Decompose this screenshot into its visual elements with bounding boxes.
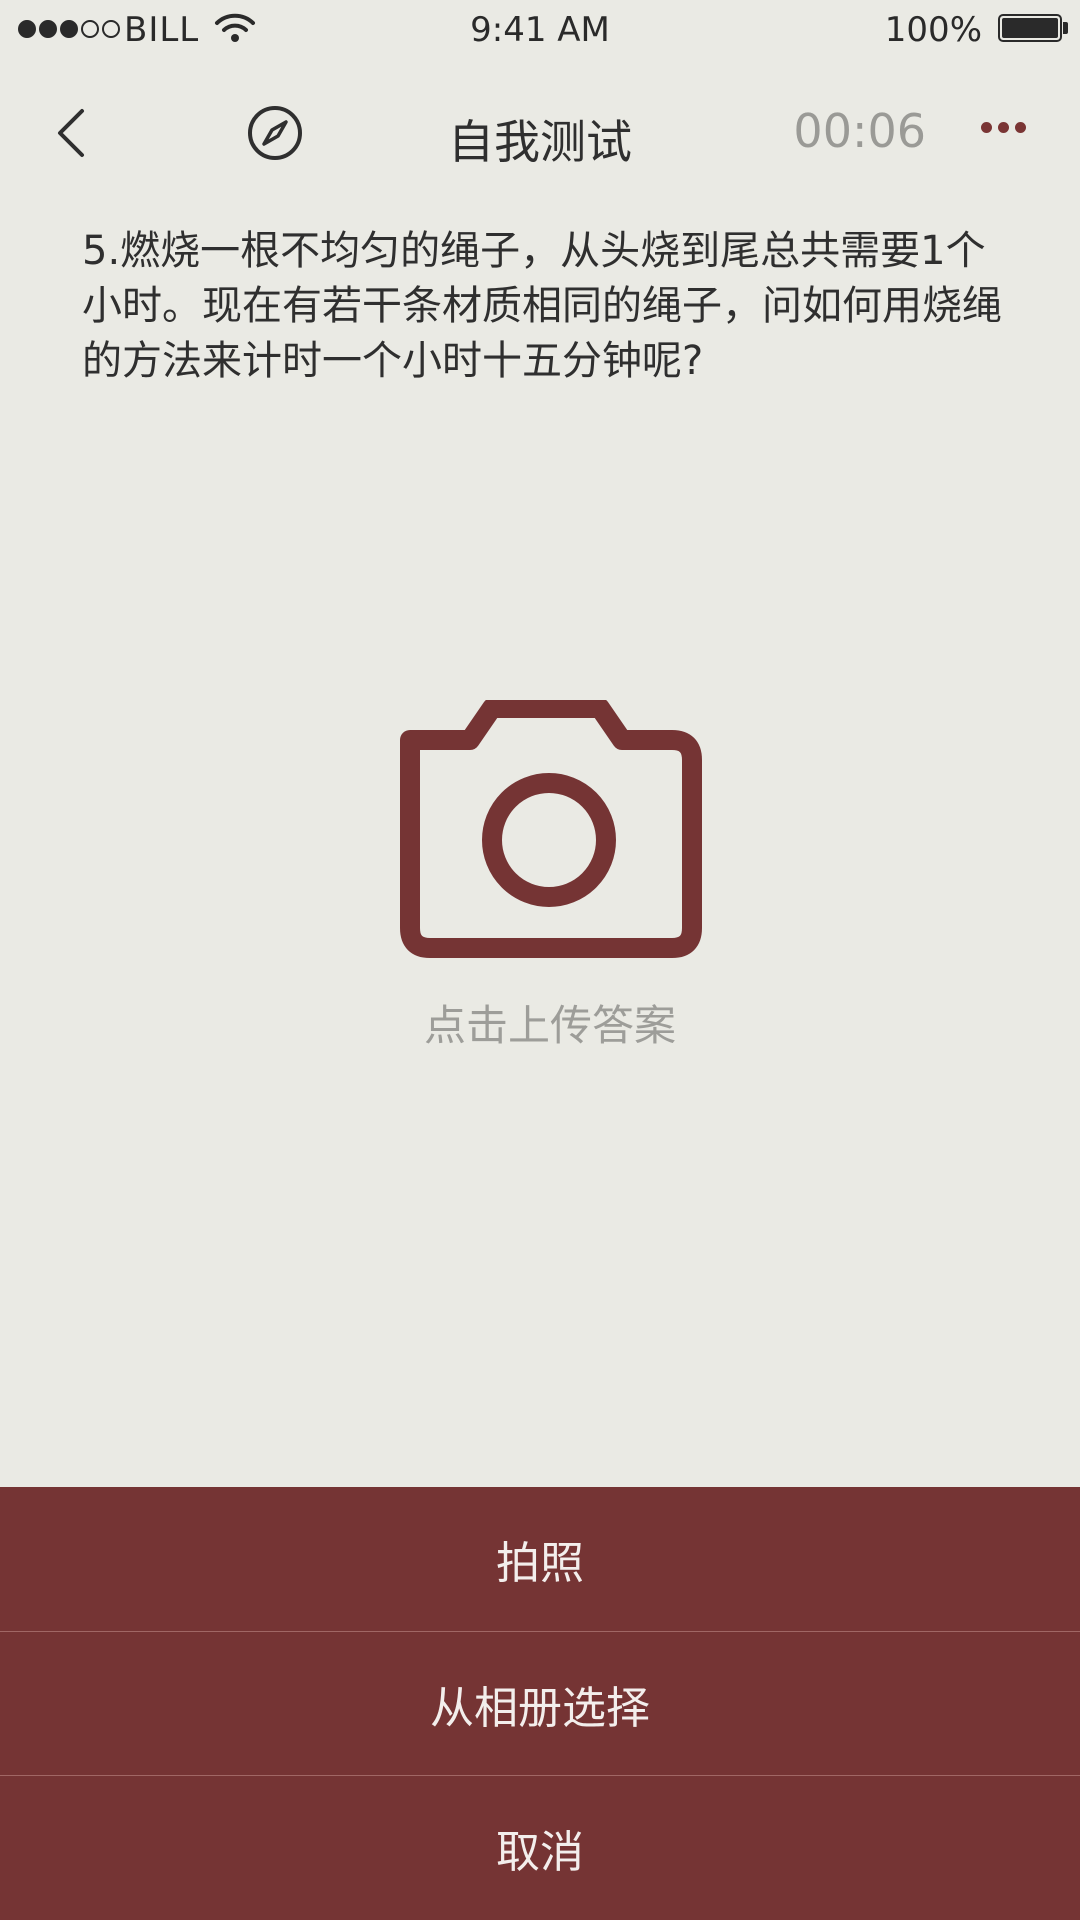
choose-from-album-button[interactable]: 从相册选择 <box>0 1631 1080 1775</box>
action-sheet: 拍照 从相册选择 取消 <box>0 1487 1080 1920</box>
question-text: 5.燃烧一根不均匀的绳子，从头烧到尾总共需要1个小时。现在有若干条材质相同的绳子… <box>82 228 1002 384</box>
upload-answer-button[interactable]: 点击上传答案 <box>380 700 720 1050</box>
navigation-bar: 自我测试 00:06 <box>0 62 1080 202</box>
more-dot <box>1015 122 1026 133</box>
camera-icon <box>400 700 702 958</box>
battery-cap <box>1063 22 1068 34</box>
upload-answer-label: 点击上传答案 <box>423 1001 676 1050</box>
more-options-icon[interactable] <box>981 122 1026 133</box>
take-photo-button[interactable]: 拍照 <box>0 1487 1080 1631</box>
battery-icon <box>998 14 1062 42</box>
status-bar: BILL 9:41 AM 100% <box>0 0 1080 62</box>
battery-fill <box>1002 18 1058 38</box>
elapsed-timer: 00:06 <box>793 104 926 158</box>
more-dot <box>998 122 1009 133</box>
cancel-button[interactable]: 取消 <box>0 1775 1080 1919</box>
battery-percentage: 100% <box>884 10 982 50</box>
more-dot <box>981 122 992 133</box>
